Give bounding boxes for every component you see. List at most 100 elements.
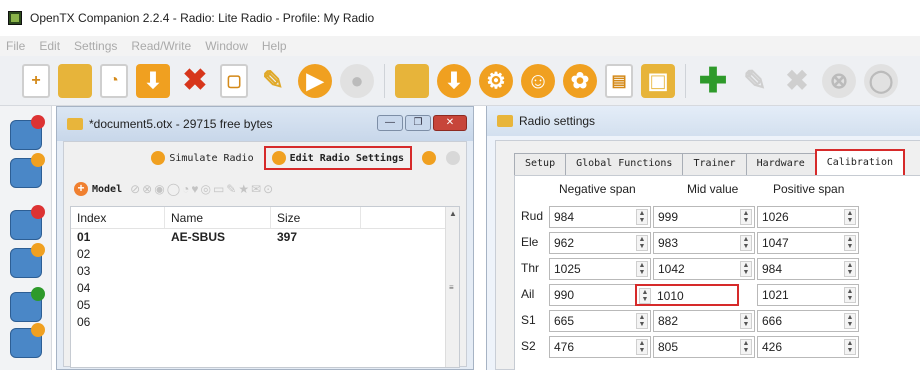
row-name: AE-SBUS (171, 230, 226, 244)
positive-span-spinbox[interactable]: 1047 ▲ ▼ (757, 232, 859, 254)
column-size[interactable]: Size (271, 207, 361, 228)
profile-icon[interactable]: ☺ (521, 63, 555, 98)
edit-radio-settings-button[interactable]: Edit Radio Settings (263, 146, 412, 170)
minimize-button[interactable]: — (377, 115, 403, 131)
calibration-row: Rud 984 ▲ ▼ 999 ▲ ▼ 1026 ▲ ▼ (515, 206, 920, 228)
negative-span-spinbox[interactable]: 665 ▲ ▼ (549, 310, 651, 332)
scroll-up-icon[interactable]: ▲ (449, 209, 457, 218)
tab-setup[interactable]: Setup (514, 153, 567, 175)
table-row[interactable]: 05 (71, 297, 459, 314)
radio-settings-title-bar: Radio settings (487, 106, 920, 136)
add-icon[interactable]: ✚ (696, 62, 730, 100)
folder-settings-icon[interactable] (395, 63, 429, 98)
spin-arrows-icon[interactable]: ▲▼ (844, 235, 856, 251)
column-name[interactable]: Name (165, 207, 271, 228)
circle-arrow-icon[interactable]: ▶ (298, 63, 332, 98)
radio-read-icon[interactable] (10, 115, 45, 150)
row-label: Ail (521, 287, 535, 301)
mid-value-spinbox[interactable]: 882 ▲ ▼ (653, 310, 755, 332)
mid-value-spinbox[interactable]: 999 ▲ ▼ (653, 206, 755, 228)
mid-value-spinbox-highlighted[interactable]: 1010 ▲ ▼ (635, 284, 739, 306)
table-row[interactable]: 06 (71, 314, 459, 331)
table-row[interactable]: 02 (71, 246, 459, 263)
menu-settings[interactable]: Settings (74, 39, 117, 53)
spin-arrows-icon[interactable]: ▲▼ (636, 261, 648, 277)
spin-value: 1047 (762, 236, 789, 250)
row-size: 397 (277, 230, 298, 244)
positive-span-spinbox[interactable]: 1026 ▲ ▼ (757, 206, 859, 228)
menu-read-write[interactable]: Read/Write (131, 39, 191, 53)
radio-connect-icon[interactable] (10, 287, 45, 322)
mid-value-spinbox[interactable]: 983 ▲ ▼ (653, 232, 755, 254)
menu-window[interactable]: Window (205, 39, 248, 53)
table-row[interactable]: 03 (71, 263, 459, 280)
positive-span-spinbox[interactable]: 666 ▲ ▼ (757, 310, 859, 332)
menu-edit[interactable]: Edit (39, 39, 60, 53)
spin-arrows-icon[interactable]: ▲▼ (740, 235, 752, 251)
spin-arrows-icon[interactable]: ▲▼ (636, 313, 648, 329)
spin-arrows-icon[interactable]: ▲▼ (636, 209, 648, 225)
negative-span-spinbox[interactable]: 1025 ▲ ▼ (549, 258, 651, 280)
spin-arrows-icon[interactable]: ▲▼ (844, 261, 856, 277)
radio-settings-window: Radio settings Setup Global Functions Tr… (486, 106, 920, 370)
spin-arrows-icon[interactable]: ▲▼ (844, 287, 856, 303)
menu-bar: File Edit Settings Read/Write Window Hel… (0, 36, 920, 56)
spin-arrows-icon[interactable]: ▲▼ (740, 313, 752, 329)
open-folder-icon[interactable] (58, 63, 92, 98)
mid-value-spinbox[interactable]: 1042 ▲ ▼ (653, 258, 755, 280)
spin-arrows-icon[interactable]: ▲▼ (740, 261, 752, 277)
positive-span-spinbox[interactable]: 984 ▲ ▼ (757, 258, 859, 280)
column-index[interactable]: Index (71, 207, 165, 228)
tab-trainer[interactable]: Trainer (682, 153, 747, 175)
save-icon[interactable]: ⬇ (136, 63, 170, 98)
spin-arrows-icon[interactable]: ▲▼ (844, 313, 856, 329)
delete-icon[interactable]: ✖ (178, 64, 212, 98)
spin-arrows-icon[interactable]: ▲▼ (639, 288, 651, 304)
new-document-icon[interactable]: + (22, 63, 50, 98)
spin-value: 476 (554, 340, 575, 354)
row-index: 01 (77, 230, 91, 244)
add-icon: + (74, 182, 88, 196)
open-document-icon[interactable]: ◔ (100, 63, 128, 98)
mid-value-spinbox[interactable]: 805 ▲ ▼ (653, 336, 755, 358)
spin-arrows-icon[interactable]: ▲▼ (844, 339, 856, 355)
radio-compare-icon[interactable] (10, 323, 45, 358)
close-button[interactable]: ✕ (433, 115, 467, 131)
palette-icon[interactable]: ✿ (563, 63, 597, 98)
column-positive-span: Positive span (773, 182, 845, 196)
document-icon[interactable]: ▢ (220, 63, 248, 98)
radio-backup-icon[interactable] (10, 205, 45, 240)
simulate-radio-button[interactable]: Simulate Radio (151, 151, 254, 165)
spin-arrows-icon[interactable]: ▲▼ (844, 209, 856, 225)
chart-document-icon[interactable]: ▤ (605, 63, 633, 98)
circle-action-icon[interactable] (422, 151, 436, 165)
positive-span-spinbox[interactable]: 1021 ▲ ▼ (757, 284, 859, 306)
table-row[interactable]: 01 AE-SBUS 397 (71, 229, 459, 246)
restore-button[interactable]: ❐ (405, 115, 431, 131)
negative-span-spinbox[interactable]: 962 ▲ ▼ (549, 232, 651, 254)
positive-span-spinbox[interactable]: 426 ▲ ▼ (757, 336, 859, 358)
spin-arrows-icon[interactable]: ▲▼ (636, 235, 648, 251)
radio-restore-icon[interactable] (10, 243, 45, 278)
tab-calibration[interactable]: Calibration (814, 149, 905, 175)
gear-icon[interactable]: ⚙ (479, 63, 513, 98)
add-model-button[interactable]: + Model (74, 182, 122, 196)
table-row[interactable]: 04 (71, 280, 459, 297)
download-icon[interactable]: ⬇ (437, 63, 471, 98)
edit-pencil-icon[interactable]: ✎ (256, 64, 290, 98)
tab-global-functions[interactable]: Global Functions (565, 153, 684, 175)
menu-file[interactable]: File (6, 39, 25, 53)
menu-help[interactable]: Help (262, 39, 287, 53)
table-scrollbar[interactable]: ▲ ≡ (445, 207, 459, 367)
tab-hardware[interactable]: Hardware (745, 153, 816, 175)
scroll-grip-icon[interactable]: ≡ (449, 283, 454, 292)
negative-span-spinbox[interactable]: 476 ▲ ▼ (549, 336, 651, 358)
write-icon[interactable]: ▣ (641, 63, 675, 98)
column-mid-value: Mid value (687, 182, 739, 196)
spin-arrows-icon[interactable]: ▲▼ (740, 209, 752, 225)
negative-span-spinbox[interactable]: 984 ▲ ▼ (549, 206, 651, 228)
radio-write-icon[interactable] (10, 153, 45, 188)
spin-arrows-icon[interactable]: ▲▼ (636, 339, 648, 355)
spin-arrows-icon[interactable]: ▲▼ (740, 339, 752, 355)
disabled-icon: ⊗ (822, 63, 856, 98)
